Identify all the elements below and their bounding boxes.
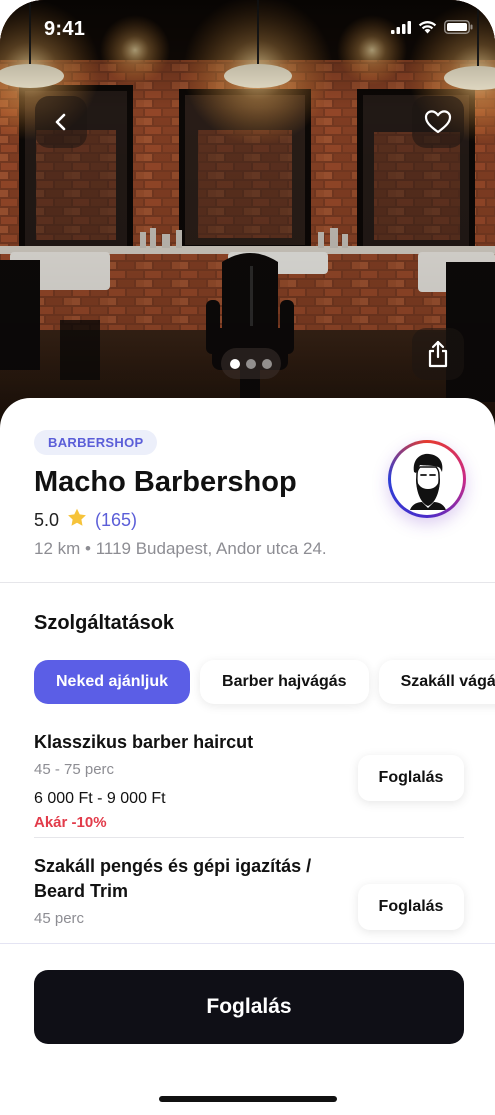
star-icon: [67, 508, 87, 532]
share-icon: [426, 340, 450, 368]
book-service-button[interactable]: Foglalás: [358, 884, 464, 930]
chevron-left-icon: [50, 111, 72, 133]
service-item[interactable]: Szakáll pengés és gépi igazítás / Beard …: [34, 854, 464, 940]
service-item[interactable]: Klasszikus barber haircut 45 - 75 perc 6…: [34, 730, 464, 838]
service-name: Szakáll pengés és gépi igazítás / Beard …: [34, 856, 312, 901]
home-indicator[interactable]: [159, 1096, 337, 1102]
pager-dot[interactable]: [230, 358, 240, 369]
bearded-man-logo-icon: [410, 453, 446, 510]
address: 12 km • 1119 Budapest, Andor utca 24.: [34, 539, 327, 558]
share-button[interactable]: [412, 328, 464, 380]
hero-photo: 9:41: [0, 0, 495, 430]
heart-icon: [424, 109, 452, 135]
divider: [0, 943, 495, 944]
chip-beard-trim[interactable]: Szakáll vágás: [378, 660, 495, 704]
service-filter-chips: Neked ajánljuk Barber hajvágás Szakáll v…: [34, 660, 495, 704]
service-discount: Akár -10%: [34, 814, 107, 831]
signal-icon: [391, 20, 411, 34]
pager-dot[interactable]: [246, 358, 256, 369]
wifi-icon: [418, 20, 437, 34]
rating-row: 5.0 (165): [34, 508, 137, 532]
services-title: Szolgáltatások: [34, 612, 175, 634]
battery-icon: [444, 20, 473, 34]
screen: 9:41 BARBERSHOP Macho Barbershop 5.0 (16…: [0, 0, 495, 1115]
rating-value: 5.0: [34, 509, 60, 530]
chip-barber-haircut[interactable]: Barber hajvágás: [200, 660, 369, 704]
status-time: 9:41: [44, 18, 86, 40]
book-service-button[interactable]: Foglalás: [358, 755, 464, 801]
favorite-button[interactable]: [412, 96, 464, 148]
book-appointment-button[interactable]: Foglalás: [34, 970, 464, 1044]
pager-dot[interactable]: [262, 358, 272, 369]
service-name: Klasszikus barber haircut: [34, 732, 254, 752]
image-pager[interactable]: [221, 348, 281, 379]
divider: [0, 582, 495, 583]
status-icons: [391, 20, 473, 34]
review-count-link[interactable]: (165): [95, 510, 137, 531]
details-sheet: BARBERSHOP Macho Barbershop 5.0 (165) 12…: [0, 398, 495, 1115]
status-bar: 9:41: [0, 0, 495, 58]
chip-recommended[interactable]: Neked ajánljuk: [34, 660, 191, 704]
shop-logo: [388, 440, 466, 518]
back-button[interactable]: [35, 96, 87, 148]
shop-name: Macho Barbershop: [34, 466, 297, 498]
category-badge: BARBERSHOP: [34, 430, 158, 455]
